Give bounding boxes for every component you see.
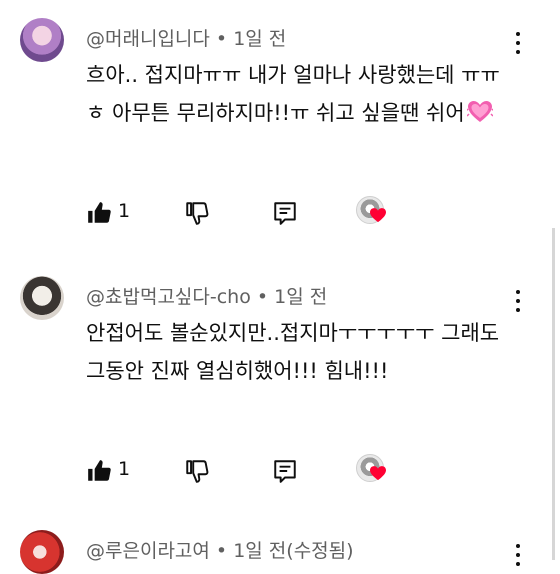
heart-icon xyxy=(370,466,386,481)
author-name[interactable]: @쵸밥먹고싶다-cho xyxy=(86,286,251,308)
meta-separator: • xyxy=(209,540,234,562)
dislike-icon[interactable] xyxy=(184,200,210,226)
author-name[interactable]: @머래니입니다 xyxy=(86,28,210,50)
comment-meta: @쵸밥먹고싶다-cho • 1일 전 xyxy=(86,282,327,309)
reply-icon[interactable] xyxy=(272,458,298,484)
comment-meta: @머래니입니다 • 1일 전 xyxy=(86,24,286,51)
creator-heart xyxy=(356,196,392,232)
reply-icon[interactable] xyxy=(272,200,298,226)
timestamp[interactable]: 1일 전 xyxy=(274,286,327,308)
comment-actions: 1 xyxy=(86,196,406,232)
pink-heart-icon xyxy=(466,101,493,122)
comment-text: 안접어도 볼순있지만..접지마ㅜㅜㅜㅜㅜ 그래도 그동안 진짜 열심히했어!!!… xyxy=(86,321,506,383)
comment-text: 흐아.. 접지마ㅠㅠ 내가 얼마나 사랑했는데 ㅠㅠ ㅎ 아무튼 무리하지마!!… xyxy=(86,63,507,125)
like-count: 1 xyxy=(118,200,131,222)
meta-separator: • xyxy=(250,286,275,308)
like-icon[interactable] xyxy=(86,200,112,226)
scrollbar[interactable] xyxy=(552,228,555,560)
more-options-icon[interactable] xyxy=(510,30,526,56)
timestamp[interactable]: 1일 전(수정됨) xyxy=(233,540,353,562)
like-icon[interactable] xyxy=(86,458,112,484)
comment-meta: @루은이라고여 • 1일 전(수정됨) xyxy=(86,536,354,563)
dislike-icon[interactable] xyxy=(184,458,210,484)
timestamp[interactable]: 1일 전 xyxy=(233,28,286,50)
more-options-icon[interactable] xyxy=(510,542,526,568)
avatar[interactable] xyxy=(20,18,64,62)
comment-actions: 1 xyxy=(86,454,406,490)
more-options-icon[interactable] xyxy=(510,288,526,314)
heart-icon xyxy=(370,208,386,223)
like-count: 1 xyxy=(118,458,131,480)
meta-separator: • xyxy=(209,28,234,50)
creator-heart xyxy=(356,454,392,490)
avatar[interactable] xyxy=(20,276,64,320)
author-name[interactable]: @루은이라고여 xyxy=(86,540,210,562)
avatar[interactable] xyxy=(20,530,64,574)
